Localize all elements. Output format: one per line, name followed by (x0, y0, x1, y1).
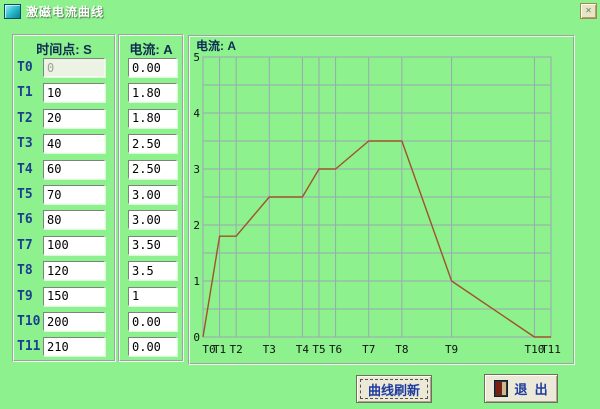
window-title: 激磁电流曲线 (26, 3, 104, 20)
time-input-t4[interactable] (43, 160, 105, 179)
time-input-t0[interactable] (43, 58, 105, 77)
current-input-t1[interactable] (128, 83, 177, 102)
chart-x-tick-label: T11 (541, 343, 561, 356)
time-input-t5[interactable] (43, 185, 105, 204)
current-input-t6[interactable] (128, 210, 177, 229)
current-input-t4[interactable] (128, 160, 177, 179)
time-input-t3[interactable] (43, 134, 105, 153)
chart-y-tick-label: 1 (193, 275, 200, 288)
exit-button[interactable]: 退 出 (484, 374, 558, 403)
row-label-t0: T0 (17, 60, 45, 75)
row-label-t3: T3 (17, 136, 45, 151)
row-label-t2: T2 (17, 111, 45, 126)
current-column-frame: 电流: A (118, 34, 184, 362)
current-input-t8[interactable] (128, 261, 177, 280)
time-input-t1[interactable] (43, 83, 105, 102)
refresh-button-label: 曲线刷新 (368, 380, 420, 399)
app-window: 激磁电流曲线 ✕ 时间点: S T0T1T2T3T4T5T6T7T8T9T10T… (0, 0, 600, 409)
chart-y-tick-label: 4 (193, 107, 200, 120)
time-input-t7[interactable] (43, 236, 105, 255)
chart-x-tick-label: T9 (445, 343, 458, 356)
chart-y-tick-label: 2 (193, 219, 200, 232)
current-input-t9[interactable] (128, 287, 177, 306)
time-column-frame: 时间点: S T0 T1 T2 T3 T4 T5 T6 T7 T8 T9 T10 T11 (12, 34, 116, 362)
current-input-t11[interactable] (128, 337, 177, 356)
current-curve-chart: 012345T0T1T2T3T4T5T6T7T8T9T10T11电流: A (190, 37, 573, 363)
app-icon (4, 4, 21, 19)
exit-button-label: 退 出 (514, 379, 547, 398)
chart-x-tick-label: T3 (263, 343, 276, 356)
chart-panel: 012345T0T1T2T3T4T5T6T7T8T9T10T11电流: A (188, 35, 575, 365)
time-column-header: 时间点: S (14, 39, 114, 58)
titlebar: 激磁电流曲线 ✕ (0, 0, 600, 23)
row-label-t6: T6 (17, 212, 45, 227)
row-label-t5: T5 (17, 187, 45, 202)
chart-y-axis-title: 电流: A (196, 38, 236, 53)
time-input-t10[interactable] (43, 312, 105, 331)
row-label-t8: T8 (17, 263, 45, 278)
close-icon: ✕ (585, 5, 591, 16)
time-input-t8[interactable] (43, 261, 105, 280)
time-input-t9[interactable] (43, 287, 105, 306)
current-input-t5[interactable] (128, 185, 177, 204)
row-label-t9: T9 (17, 289, 45, 304)
row-label-t4: T4 (17, 162, 45, 177)
row-label-t1: T1 (17, 85, 45, 100)
chart-x-tick-label: T7 (362, 343, 375, 356)
current-input-t10[interactable] (128, 312, 177, 331)
time-input-t2[interactable] (43, 109, 105, 128)
chart-x-tick-label: T8 (395, 343, 408, 356)
current-column-header: 电流: A (120, 39, 182, 58)
current-input-t7[interactable] (128, 236, 177, 255)
chart-x-tick-label: T4 (296, 343, 310, 356)
refresh-curve-button[interactable]: 曲线刷新 (356, 375, 432, 403)
chart-x-tick-label: T1 (213, 343, 226, 356)
current-input-t3[interactable] (128, 134, 177, 153)
chart-y-tick-label: 3 (193, 163, 200, 176)
current-input-t0[interactable] (128, 58, 177, 77)
row-label-t10: T10 (17, 314, 45, 329)
current-curve-line (203, 141, 551, 337)
row-label-t7: T7 (17, 238, 45, 253)
exit-door-icon (494, 380, 508, 397)
chart-x-tick-label: T5 (312, 343, 325, 356)
current-input-t2[interactable] (128, 109, 177, 128)
chart-x-tick-label: T2 (230, 343, 243, 356)
chart-x-tick-label: T6 (329, 343, 342, 356)
time-input-t6[interactable] (43, 210, 105, 229)
close-button[interactable]: ✕ (580, 3, 597, 19)
row-label-t11: T11 (17, 339, 45, 354)
time-input-t11[interactable] (43, 337, 105, 356)
chart-y-tick-label: 0 (193, 331, 200, 344)
